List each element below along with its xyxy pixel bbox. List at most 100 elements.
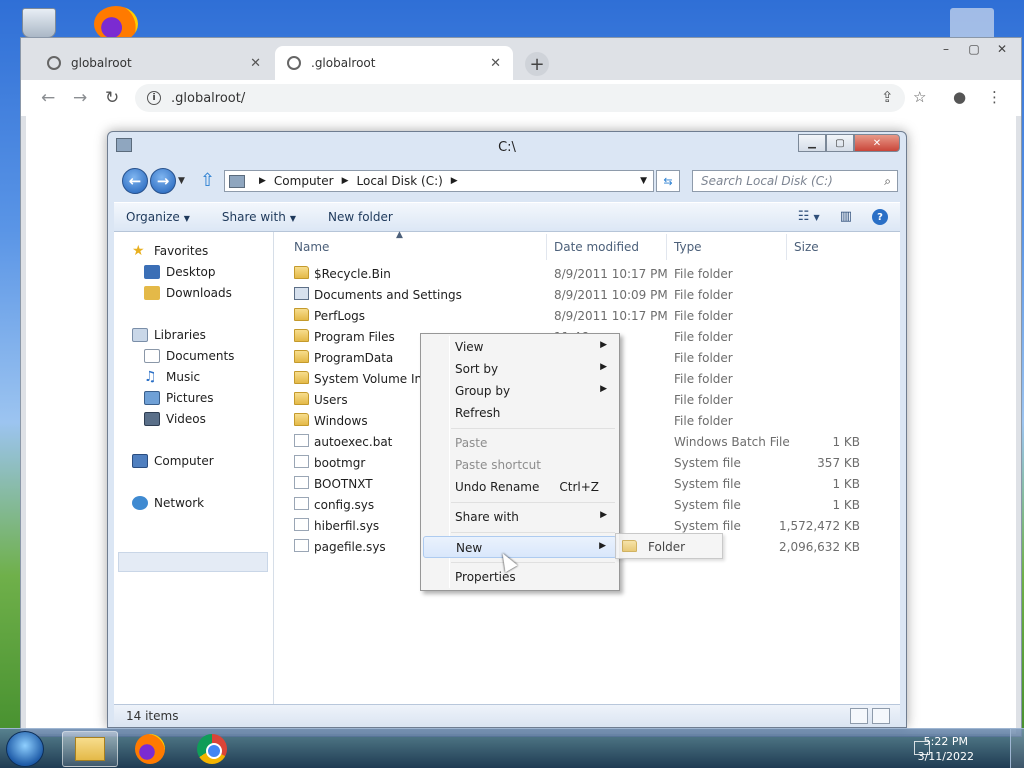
tab-globalroot[interactable]: globalroot ✕ bbox=[35, 46, 273, 80]
shortcut-label: Ctrl+Z bbox=[559, 480, 599, 494]
maximize-button[interactable]: ▢ bbox=[961, 40, 987, 58]
explorer-minimize-button[interactable]: ▁ bbox=[798, 134, 826, 152]
menu-item-properties[interactable]: Properties bbox=[423, 566, 617, 588]
minimize-button[interactable]: – bbox=[933, 40, 959, 58]
menu-item-group-by[interactable]: Group by ▶ bbox=[423, 380, 617, 402]
forward-button[interactable]: → bbox=[150, 168, 176, 194]
breadcrumb-chevron-icon[interactable]: ▶ bbox=[451, 176, 458, 186]
menu-item-new[interactable]: New ▶ bbox=[423, 536, 617, 558]
menu-item-undo-rename[interactable]: Undo Rename Ctrl+Z bbox=[423, 476, 617, 498]
file-row[interactable]: $Recycle.Bin 8/9/2011 10:17 PM File folder bbox=[274, 264, 900, 284]
file-name: ProgramData bbox=[314, 351, 394, 365]
nav-videos[interactable]: Videos bbox=[144, 412, 206, 426]
column-type[interactable]: Type bbox=[674, 240, 702, 254]
file-size: 1,572,472 KB bbox=[779, 519, 860, 533]
music-icon: ♫ bbox=[144, 369, 157, 385]
taskbar-chrome-button[interactable] bbox=[184, 731, 240, 767]
history-dropdown-icon[interactable]: ▼ bbox=[178, 176, 185, 186]
menu-item-paste-shortcut[interactable]: Paste shortcut bbox=[423, 454, 617, 476]
close-tab-icon[interactable]: ✕ bbox=[490, 56, 501, 71]
nav-network[interactable]: Network bbox=[132, 496, 204, 510]
breadcrumb-computer[interactable]: Computer bbox=[274, 174, 334, 188]
menu-item-sort-by[interactable]: Sort by ▶ bbox=[423, 358, 617, 380]
breadcrumb-local-disk[interactable]: Local Disk (C:) bbox=[357, 174, 443, 188]
file-name: Users bbox=[314, 393, 348, 407]
file-icon bbox=[294, 497, 309, 510]
file-name: hiberfil.sys bbox=[314, 519, 380, 533]
column-name[interactable]: Name bbox=[294, 240, 329, 254]
chrome-window-controls: – ▢ ✕ bbox=[933, 40, 1015, 58]
file-name: PerfLogs bbox=[314, 309, 366, 323]
file-icon bbox=[294, 455, 309, 468]
details-view-icon[interactable] bbox=[850, 708, 868, 724]
close-tab-icon[interactable]: ✕ bbox=[250, 56, 261, 71]
taskbar-explorer-button[interactable] bbox=[62, 731, 118, 767]
libraries-icon bbox=[132, 328, 148, 342]
file-date: 8/9/2011 10:17 PM bbox=[554, 267, 668, 281]
explorer-address-bar[interactable]: ▶ Computer ▶ Local Disk (C:) ▶ ▼ bbox=[224, 170, 654, 192]
back-button[interactable]: ← bbox=[122, 168, 148, 194]
nav-music[interactable]: ♫ Music bbox=[144, 370, 200, 384]
taskbar-firefox-button[interactable] bbox=[122, 731, 178, 767]
address-bar[interactable]: i .globalroot/ bbox=[135, 84, 905, 112]
info-icon[interactable]: i bbox=[147, 91, 161, 105]
column-divider[interactable] bbox=[546, 234, 547, 260]
share-icon[interactable]: ⇪ bbox=[881, 88, 894, 106]
breadcrumb-chevron-icon[interactable]: ▶ bbox=[259, 176, 266, 186]
explorer-search-input[interactable]: Search Local Disk (C:) ⌕ bbox=[692, 170, 898, 192]
tab-label: globalroot bbox=[71, 56, 132, 70]
menu-item-paste[interactable]: Paste bbox=[423, 432, 617, 454]
tab-dot-globalroot[interactable]: .globalroot ✕ bbox=[275, 46, 513, 80]
menu-item-view[interactable]: View ▶ bbox=[423, 336, 617, 358]
close-button[interactable]: ✕ bbox=[989, 40, 1015, 58]
file-type: File folder bbox=[674, 351, 733, 365]
share-with-button[interactable]: Share with ▼ bbox=[222, 210, 296, 224]
column-divider[interactable] bbox=[666, 234, 667, 260]
address-dropdown-icon[interactable]: ▼ bbox=[640, 176, 647, 186]
start-button[interactable] bbox=[6, 731, 44, 767]
submenu-item-folder[interactable]: Folder bbox=[648, 540, 685, 554]
file-type: File folder bbox=[674, 393, 733, 407]
recycle-bin-icon[interactable] bbox=[22, 8, 56, 38]
organize-button[interactable]: Organize ▼ bbox=[126, 210, 190, 224]
search-icon[interactable]: ⌕ bbox=[884, 174, 891, 189]
nav-computer[interactable]: Computer bbox=[132, 454, 214, 468]
column-divider[interactable] bbox=[786, 234, 787, 260]
tab-label: .globalroot bbox=[311, 56, 376, 70]
breadcrumb-chevron-icon[interactable]: ▶ bbox=[342, 176, 349, 186]
explorer-refresh-button[interactable]: ⇆ bbox=[656, 170, 680, 192]
menu-item-refresh[interactable]: Refresh bbox=[423, 402, 617, 424]
nav-documents[interactable]: Documents bbox=[144, 349, 234, 363]
file-row[interactable]: PerfLogs 8/9/2011 10:17 PM File folder bbox=[274, 306, 900, 326]
show-desktop-button[interactable] bbox=[1010, 729, 1024, 768]
preview-pane-icon[interactable]: ▥ bbox=[840, 209, 852, 225]
file-type: File folder bbox=[674, 330, 733, 344]
new-folder-button[interactable]: New folder bbox=[328, 210, 393, 224]
menu-kebab-icon[interactable]: ⋮ bbox=[987, 88, 1002, 106]
column-size[interactable]: Size bbox=[794, 240, 819, 254]
forward-arrow-icon[interactable]: → bbox=[73, 88, 87, 108]
file-row[interactable]: Documents and Settings 8/9/2011 10:09 PM F… bbox=[274, 285, 900, 305]
column-date[interactable]: Date modified bbox=[554, 240, 639, 254]
file-name: autoexec.bat bbox=[314, 435, 393, 449]
nav-pictures[interactable]: Pictures bbox=[144, 391, 214, 405]
nav-favorites[interactable]: ★ Favorites bbox=[132, 244, 208, 258]
new-tab-button[interactable]: + bbox=[525, 52, 549, 76]
large-icons-view-icon[interactable] bbox=[872, 708, 890, 724]
back-arrow-icon[interactable]: ← bbox=[41, 88, 55, 108]
clock-date: 3/11/2022 bbox=[917, 750, 974, 763]
nav-libraries[interactable]: Libraries bbox=[132, 328, 206, 342]
bookmark-star-icon[interactable]: ☆ bbox=[913, 88, 926, 106]
reload-icon[interactable]: ↻ bbox=[105, 88, 119, 108]
explorer-close-button[interactable]: ✕ bbox=[854, 134, 900, 152]
change-view-icon[interactable]: ☷ ▼ bbox=[798, 209, 820, 225]
clock[interactable]: 5:22 PM 3/11/2022 bbox=[918, 734, 974, 764]
menu-item-share-with[interactable]: Share with ▶ bbox=[423, 506, 617, 528]
submenu-arrow-icon: ▶ bbox=[600, 340, 607, 350]
profile-avatar-icon[interactable]: ● bbox=[953, 88, 966, 106]
explorer-maximize-button[interactable]: ▢ bbox=[826, 134, 854, 152]
nav-downloads[interactable]: Downloads bbox=[144, 286, 232, 300]
up-arrow-icon[interactable]: ⇧ bbox=[200, 170, 215, 191]
help-icon[interactable]: ? bbox=[872, 209, 888, 225]
nav-desktop[interactable]: Desktop bbox=[144, 265, 216, 279]
